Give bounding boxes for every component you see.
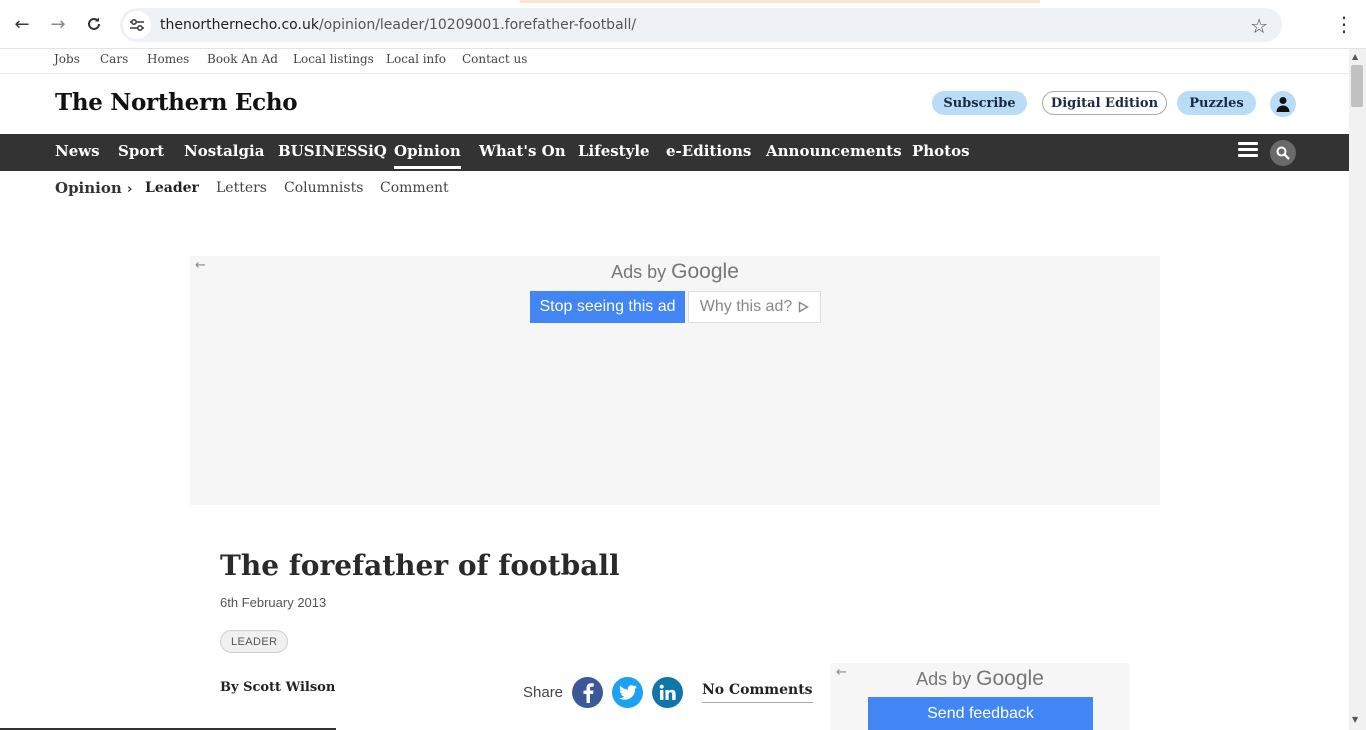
nav-lifestyle[interactable]: Lifestyle — [578, 142, 650, 160]
twitter-icon[interactable] — [612, 677, 643, 708]
utility-link-local-listings[interactable]: Local listings — [293, 52, 374, 66]
ads-by-google: Ads by Google — [916, 667, 1044, 690]
utility-link-homes[interactable]: Homes — [147, 52, 189, 66]
utility-link-cars[interactable]: Cars — [100, 52, 128, 66]
chevron-right-icon: › — [127, 182, 133, 197]
stop-seeing-ad-button[interactable]: Stop seeing this ad — [530, 291, 685, 323]
nav-businessiq[interactable]: BUSINESSiQ — [278, 142, 387, 160]
linkedin-icon[interactable] — [652, 677, 683, 708]
article-tag[interactable]: LEADER — [220, 630, 289, 653]
why-this-ad-button[interactable]: Why this ad? — [688, 291, 821, 323]
utility-link-contact-us[interactable]: Contact us — [462, 52, 527, 66]
digital-edition-button[interactable]: Digital Edition — [1042, 91, 1167, 115]
nav-sport[interactable]: Sport — [118, 142, 164, 160]
hamburger-menu-icon[interactable] — [1238, 142, 1258, 160]
subnav-leader[interactable]: Leader — [145, 180, 199, 196]
back-arrow-icon[interactable]: ← — [9, 11, 35, 37]
subnav-section-opinion[interactable]: Opinion › — [55, 179, 132, 197]
utility-link-jobs[interactable]: Jobs — [54, 52, 80, 66]
ads-by-google: Ads by Google — [611, 260, 739, 283]
why-this-ad-label: Why this ad? — [699, 298, 793, 315]
subnav-comment[interactable]: Comment — [380, 180, 449, 196]
scroll-up-icon[interactable]: ▲ — [1352, 52, 1358, 61]
puzzles-button[interactable]: Puzzles — [1177, 91, 1256, 115]
browser-toolbar: ← → thenorthernecho.co.uk/opinion/leader… — [0, 0, 1366, 49]
nav-announcements[interactable]: Announcements — [766, 142, 902, 160]
share-label: Share — [523, 684, 564, 701]
nav-photos[interactable]: Photos — [912, 142, 970, 160]
nav-opinion[interactable]: Opinion — [394, 142, 461, 169]
ad-sidebar: ← Ads by Google Send feedback — [831, 663, 1129, 730]
scrollbar[interactable]: ▲ ▼ — [1349, 49, 1366, 730]
subscribe-button[interactable]: Subscribe — [932, 91, 1027, 115]
article-headline: The forefather of football — [220, 549, 620, 582]
subnav-letters[interactable]: Letters — [216, 180, 267, 196]
address-bar[interactable]: thenorthernecho.co.uk/opinion/leader/102… — [120, 8, 1282, 42]
site-info-icon[interactable] — [123, 11, 151, 39]
tab-strip-edge — [520, 0, 1040, 3]
nav-nostalgia[interactable]: Nostalgia — [184, 142, 264, 160]
kebab-menu-icon[interactable]: ⋮ — [1334, 12, 1354, 36]
send-feedback-button[interactable]: Send feedback — [868, 697, 1093, 730]
article-byline: By Scott Wilson — [220, 680, 336, 695]
nav-news[interactable]: News — [55, 142, 100, 160]
adchoices-icon — [799, 301, 810, 313]
star-icon[interactable]: ☆ — [1250, 14, 1268, 38]
ad-banner: ← Ads by Google Stop seeing this ad Why … — [190, 256, 1160, 505]
search-icon[interactable] — [1270, 140, 1296, 166]
reload-icon[interactable] — [81, 11, 107, 37]
article-date: 6th February 2013 — [220, 595, 327, 610]
site-logo[interactable]: The Northern Echo — [55, 89, 298, 116]
url-text: thenorthernecho.co.uk/opinion/leader/102… — [160, 17, 637, 33]
nav-e-editions[interactable]: e-Editions — [666, 142, 751, 160]
account-icon[interactable] — [1270, 91, 1296, 117]
facebook-icon[interactable] — [572, 677, 603, 708]
subnav-columnists[interactable]: Columnists — [284, 180, 363, 196]
scroll-thumb[interactable] — [1351, 65, 1363, 107]
comments-link[interactable]: No Comments — [702, 682, 813, 703]
forward-arrow-icon[interactable]: → — [45, 11, 71, 37]
utility-link-book-an-ad[interactable]: Book An Ad — [207, 52, 278, 66]
utility-link-local-info[interactable]: Local info — [386, 52, 446, 66]
nav-whats-on[interactable]: What's On — [479, 142, 566, 160]
utility-bar: Jobs Cars Homes Book An Ad Local listing… — [0, 49, 1349, 74]
scroll-down-icon[interactable]: ▼ — [1352, 715, 1358, 724]
main-navigation: News Sport Nostalgia BUSINESSiQ Opinion … — [0, 134, 1349, 171]
